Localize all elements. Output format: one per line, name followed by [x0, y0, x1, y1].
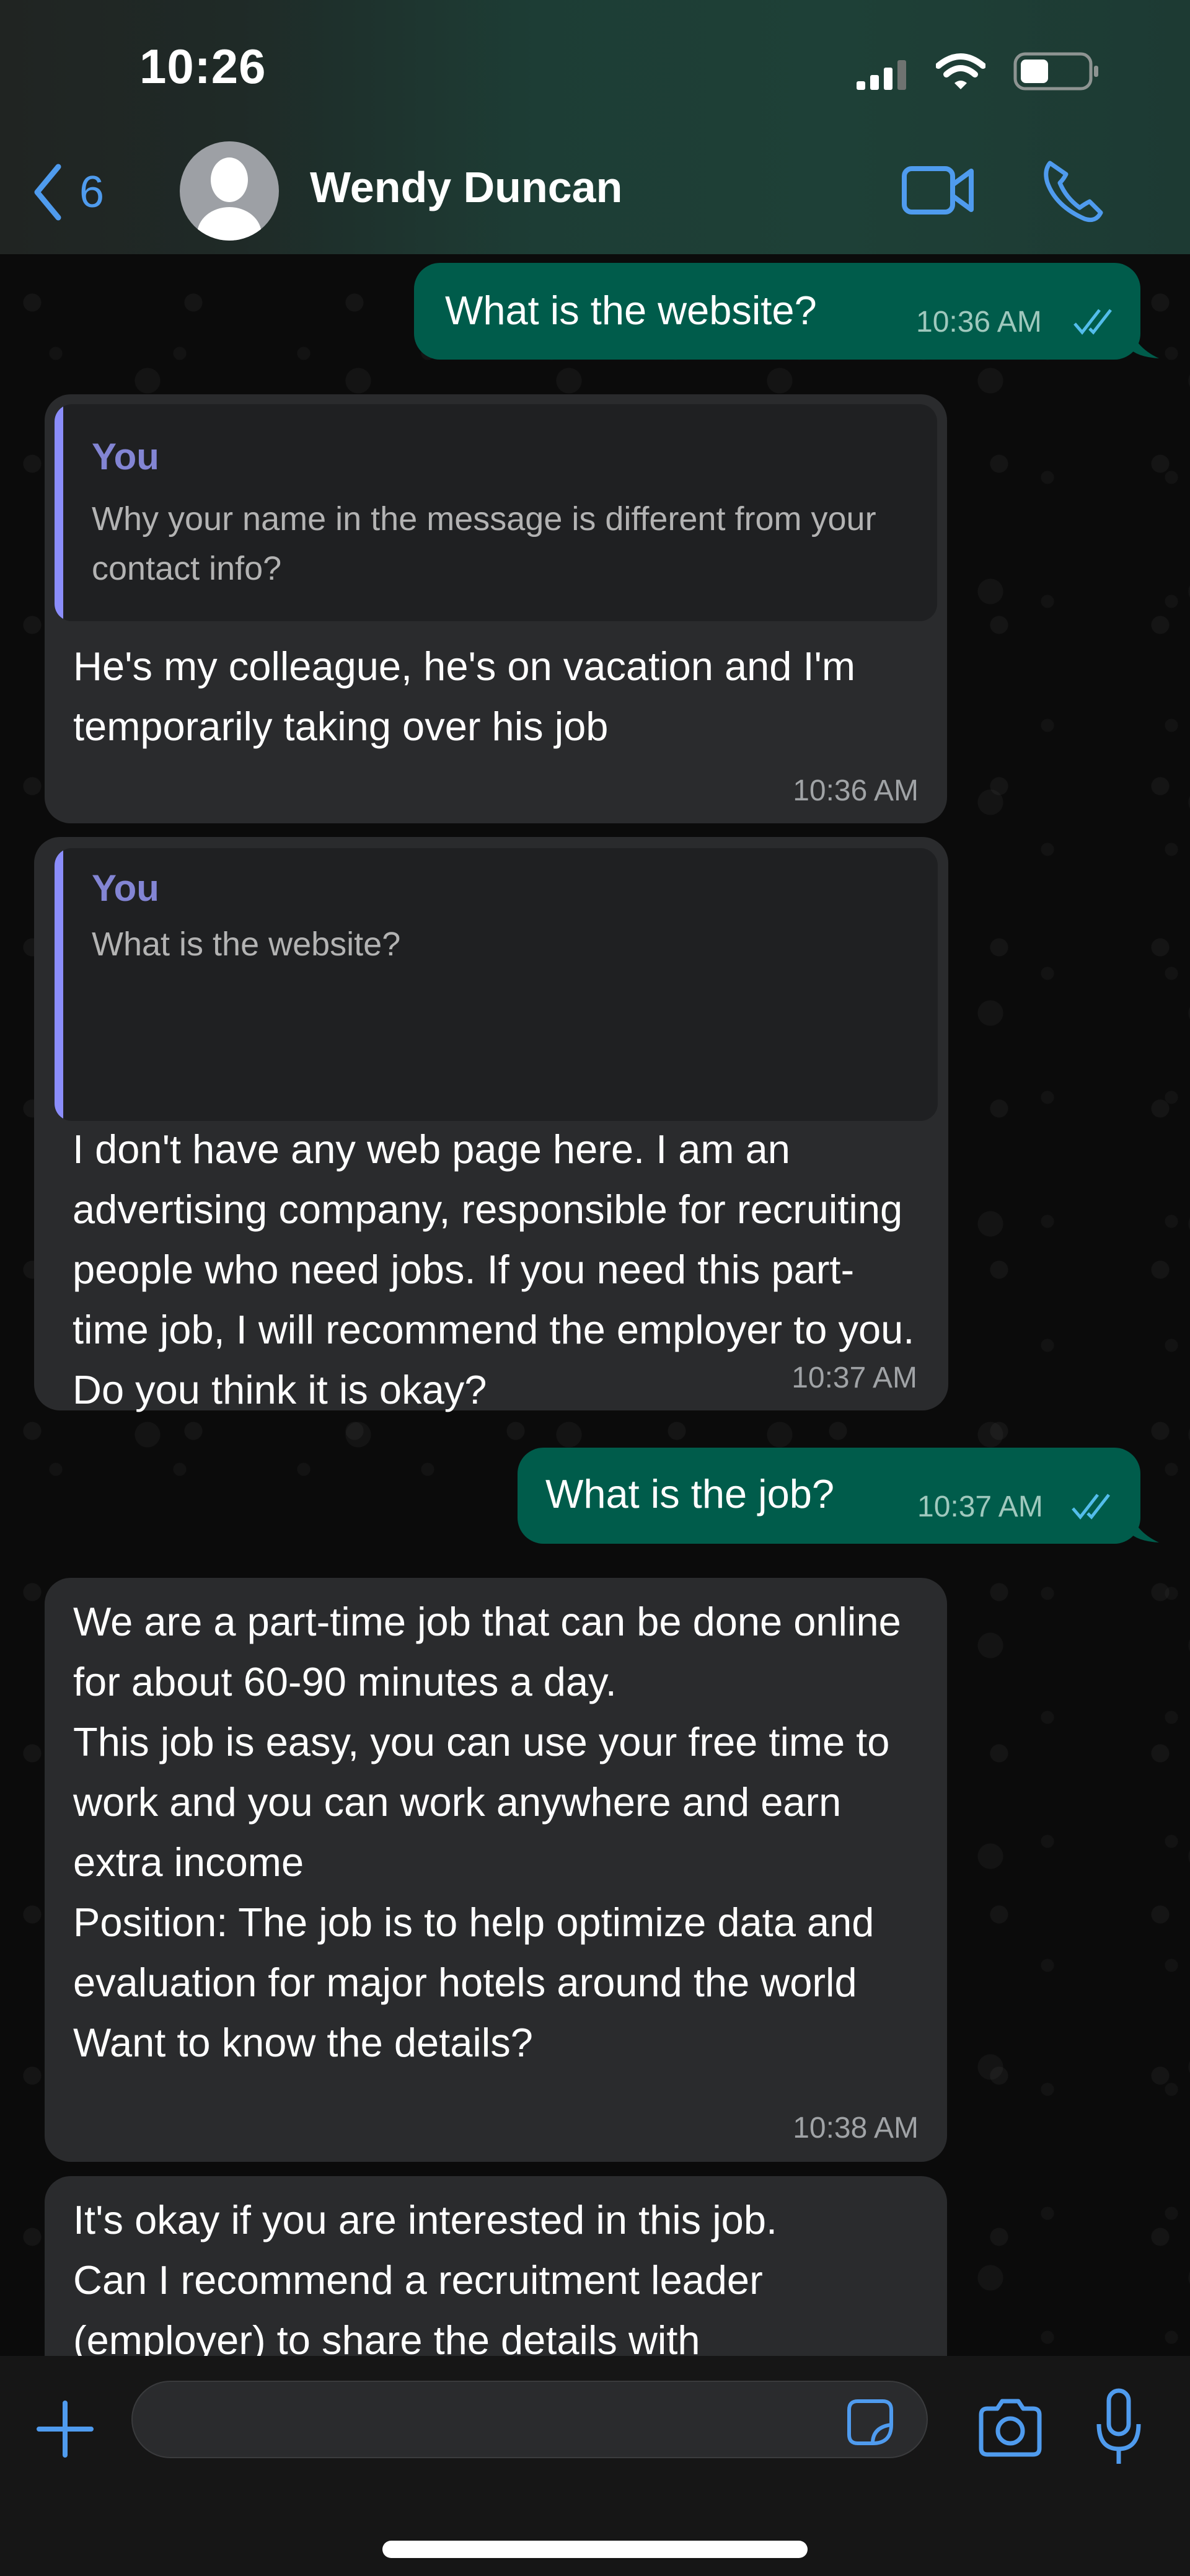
bubble-tail: [1128, 1507, 1159, 1543]
quoted-message[interactable]: You What is the website?: [55, 848, 938, 1121]
message-text: I don't have any web page here. I am an …: [73, 1126, 915, 1412]
message-text: He's my colleague, he's on vacation and …: [73, 644, 856, 749]
quote-bar: [55, 404, 63, 621]
message-input-bar: [0, 2356, 1190, 2576]
status-time: 10:26: [139, 39, 267, 94]
back-button[interactable]: 6: [32, 158, 104, 226]
read-receipt-icon: [1073, 309, 1112, 335]
battery-icon: [1013, 52, 1098, 91]
message-time: 10:37 AM: [791, 1361, 917, 1394]
cellular-signal-icon: [857, 60, 906, 90]
message-bubble-sent[interactable]: What is the job? 10:37 AM: [518, 1448, 1140, 1544]
quote-text: What is the website?: [92, 926, 401, 963]
quote-author: You: [92, 436, 159, 477]
wifi-icon: [936, 53, 985, 89]
message-bubble-received[interactable]: You What is the website? I don't have an…: [34, 837, 948, 1412]
message-text: We are a part-time job that can be done …: [73, 1599, 901, 2065]
video-call-icon[interactable]: [902, 162, 976, 218]
quote-text: Why your name in the message is differen…: [92, 500, 876, 587]
message-time: 10:36 AM: [916, 306, 1042, 339]
chat-header: 10:26 6 Wendy Duncan: [0, 0, 1190, 254]
message-time: 10:37 AM: [917, 1490, 1043, 1523]
message-text: It's okay if you are interested in this …: [73, 2197, 778, 2363]
contact-name[interactable]: Wendy Duncan: [310, 162, 622, 212]
phone-icon[interactable]: [1041, 158, 1103, 223]
chevron-left-icon: [34, 164, 61, 220]
message-text: What is the website?: [445, 288, 817, 333]
unread-count: 6: [79, 167, 105, 217]
camera-icon[interactable]: [976, 2396, 1044, 2458]
message-time: 10:38 AM: [793, 2112, 919, 2144]
avatar[interactable]: [180, 141, 279, 241]
quoted-message[interactable]: You Why your name in the message is diff…: [55, 404, 937, 621]
microphone-icon[interactable]: [1094, 2387, 1144, 2468]
message-bubble-sent[interactable]: What is the website? 10:36 AM: [414, 263, 1140, 360]
quote-author: You: [92, 867, 159, 909]
sticker-icon[interactable]: [845, 2397, 895, 2447]
read-receipt-icon: [1072, 1494, 1110, 1520]
message-text: What is the job?: [545, 1471, 835, 1516]
bubble-tail: [1128, 322, 1159, 358]
message-bubble-received[interactable]: You Why your name in the message is diff…: [45, 394, 947, 823]
plus-icon[interactable]: [34, 2398, 96, 2460]
message-bubble-received[interactable]: We are a part-time job that can be done …: [45, 1578, 947, 2162]
quote-bar: [55, 848, 63, 1121]
home-indicator[interactable]: [382, 2541, 808, 2558]
avatar-placeholder-icon: [197, 157, 262, 241]
message-time: 10:36 AM: [793, 774, 919, 807]
message-input[interactable]: [131, 2381, 928, 2458]
